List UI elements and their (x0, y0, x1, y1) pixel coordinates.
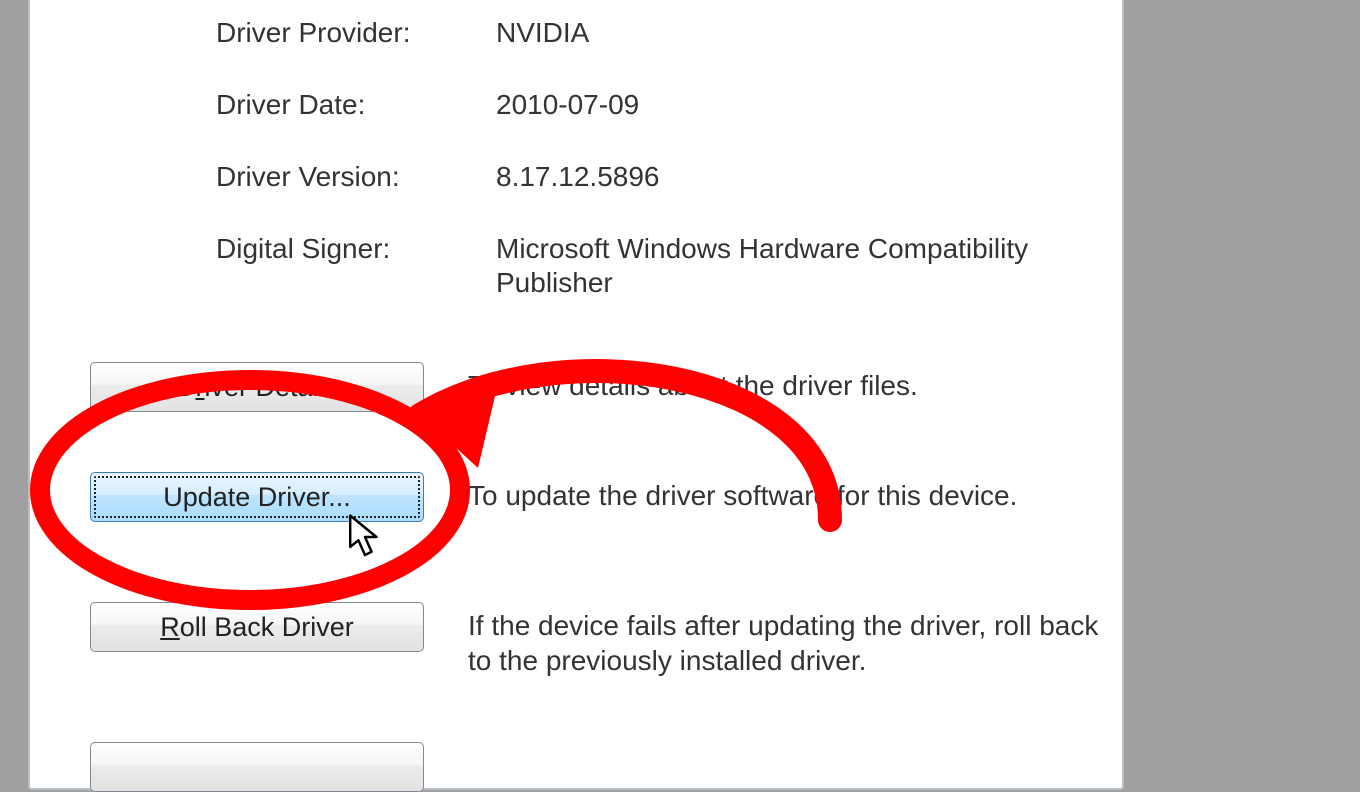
digital-signer-label: Digital Signer: (216, 232, 496, 299)
driver-date-value: 2010-07-09 (496, 88, 1102, 122)
driver-provider-row: Driver Provider: NVIDIA (216, 16, 1102, 50)
digital-signer-row: Digital Signer: Microsoft Windows Hardwa… (216, 232, 1102, 299)
update-driver-desc: To update the driver software for this d… (468, 472, 1102, 513)
driver-details-desc: To view details about the driver files. (468, 362, 1102, 403)
extra-button-row (90, 742, 1102, 792)
driver-details-row: Driver Details To view details about the… (90, 362, 1102, 412)
driver-version-label: Driver Version: (216, 160, 496, 194)
driver-provider-label: Driver Provider: (216, 16, 496, 50)
button-label: Driver Details (176, 372, 338, 402)
driver-date-label: Driver Date: (216, 88, 496, 122)
driver-provider-value: NVIDIA (496, 16, 1102, 50)
roll-back-driver-desc: If the device fails after updating the d… (468, 602, 1102, 678)
extra-button-partial[interactable] (90, 742, 424, 792)
driver-version-row: Driver Version: 8.17.12.5896 (216, 160, 1102, 194)
button-label: Update Driver... (163, 482, 351, 512)
driver-details-button[interactable]: Driver Details (90, 362, 424, 412)
roll-back-driver-row: Roll Back Driver If the device fails aft… (90, 602, 1102, 678)
roll-back-driver-button[interactable]: Roll Back Driver (90, 602, 424, 652)
update-driver-row: Update Driver... To update the driver so… (90, 472, 1102, 522)
button-label: Roll Back Driver (160, 612, 354, 642)
digital-signer-value: Microsoft Windows Hardware Compatibility… (496, 232, 1102, 299)
update-driver-button[interactable]: Update Driver... (90, 472, 424, 522)
driver-date-row: Driver Date: 2010-07-09 (216, 88, 1102, 122)
driver-version-value: 8.17.12.5896 (496, 160, 1102, 194)
driver-properties-panel: Driver Provider: NVIDIA Driver Date: 201… (28, 0, 1124, 790)
